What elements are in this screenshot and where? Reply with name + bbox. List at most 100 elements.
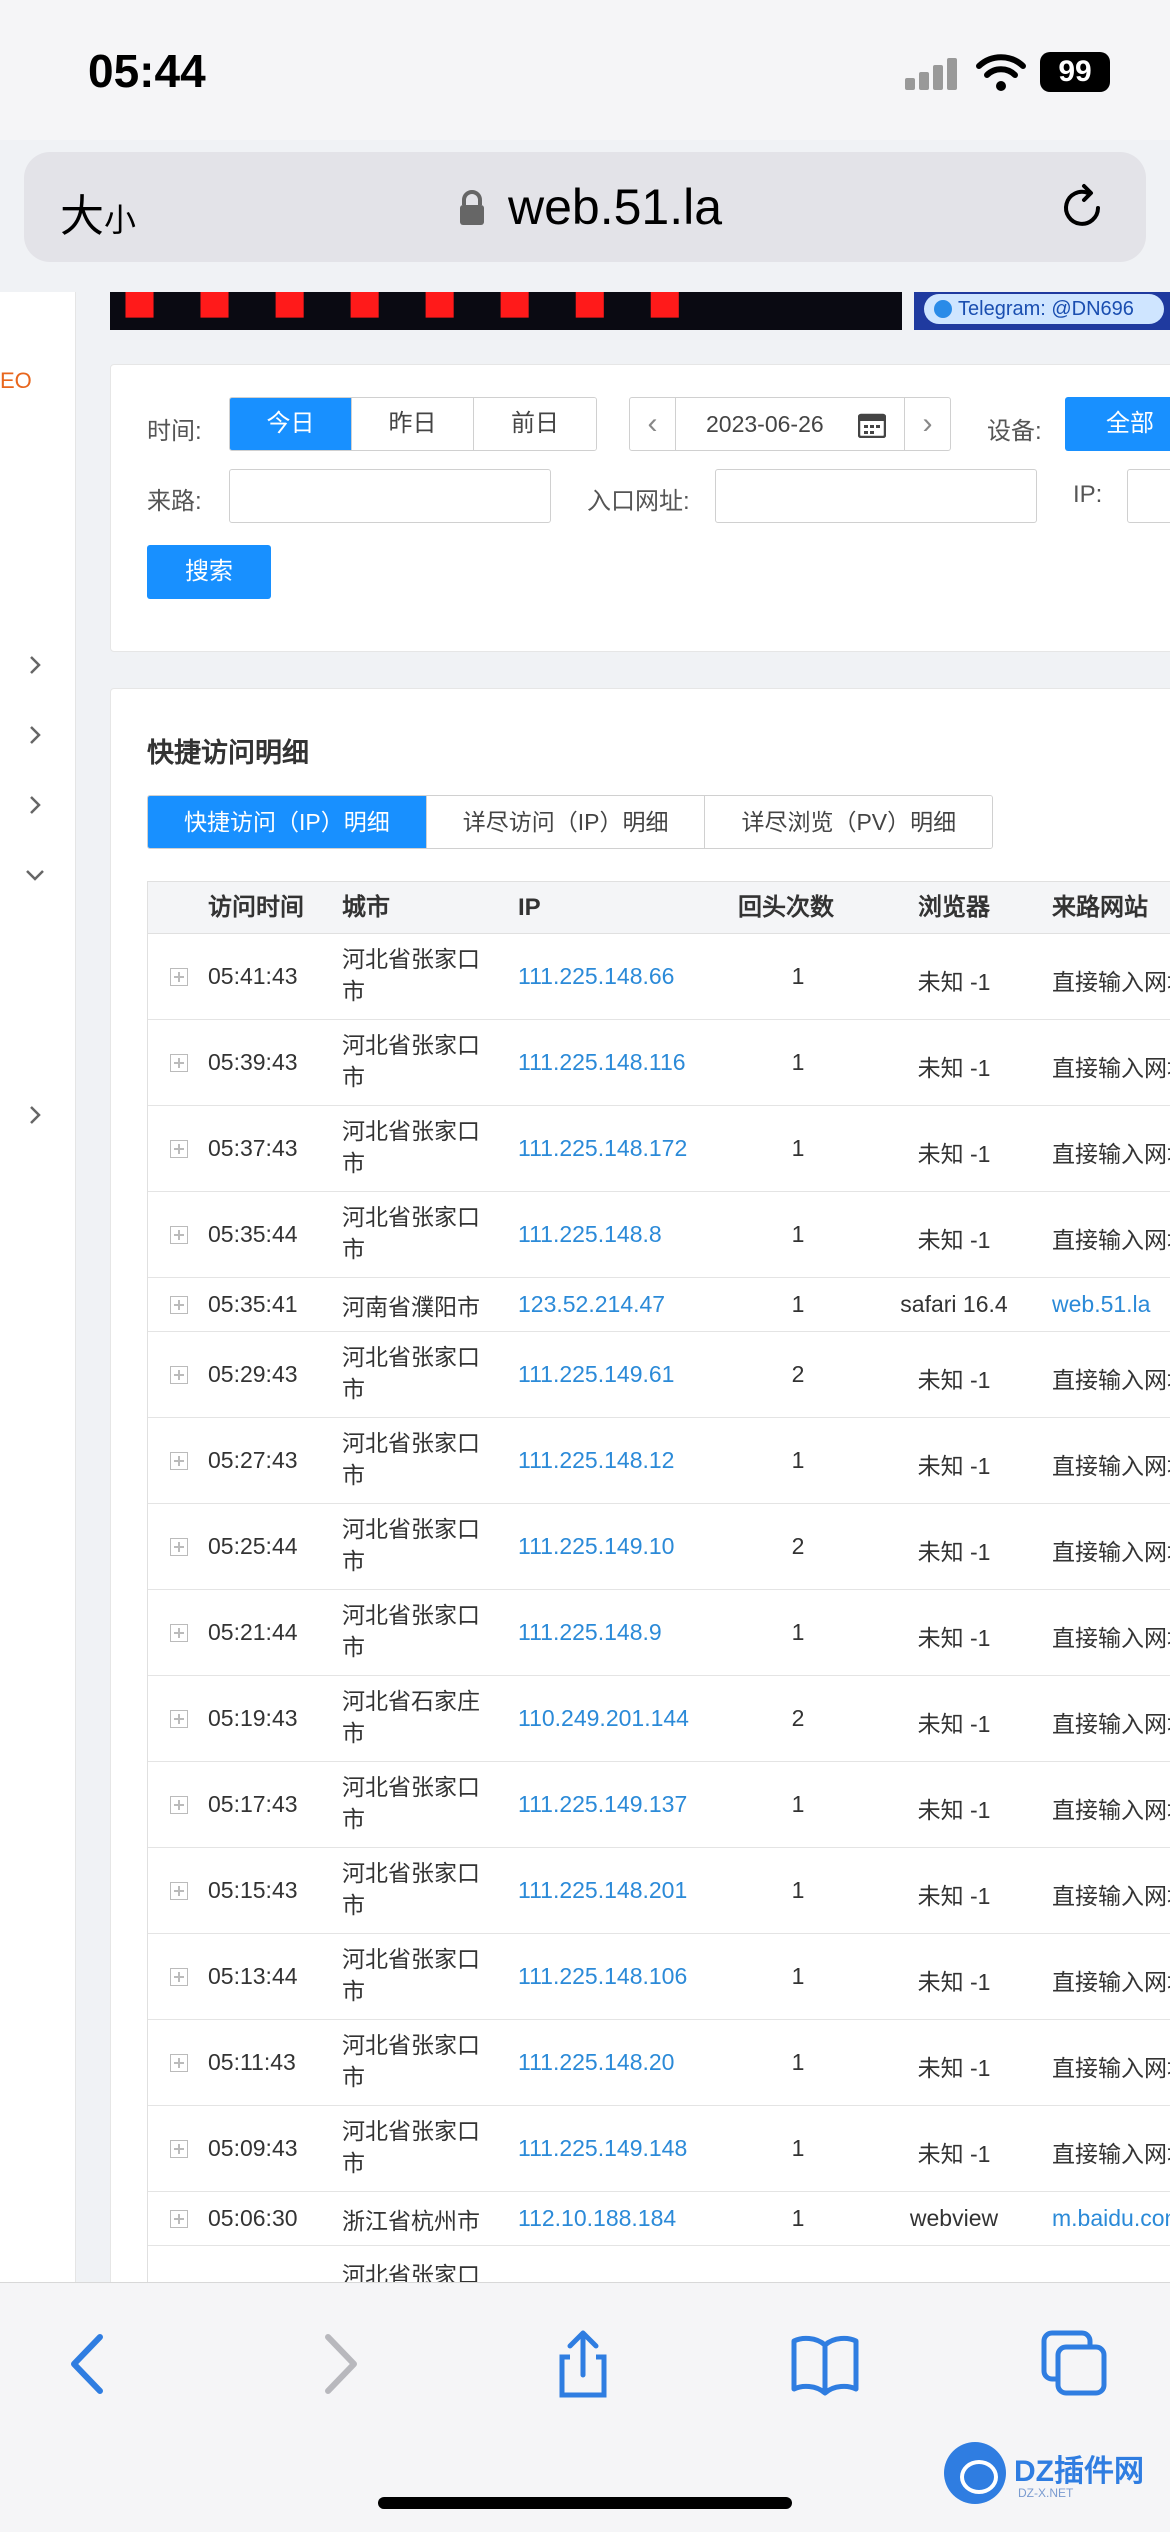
tabs-icon[interactable] — [1040, 2329, 1110, 2399]
ip-cell[interactable]: 111.225.149.10 — [518, 1533, 674, 1560]
ip-cell[interactable]: 123.52.214.47 — [518, 1291, 665, 1318]
column-header[interactable]: 浏览器 — [918, 882, 990, 934]
telegram-ad-banner[interactable]: Telegram: @DN696 — [914, 292, 1170, 330]
table-row[interactable]: 05:13:44 河北省张家口市 111.225.148.106 1 未知 -1 直接输入… — [148, 1934, 1170, 2020]
tab-quick-ip[interactable]: 快捷访问（IP）明细 — [148, 796, 427, 848]
browser-cell: 未知 -1 — [917, 2141, 991, 2167]
table-row[interactable]: 05:39:43 河北省张家口市 111.225.148.116 1 未知 -1 直接输入… — [148, 1020, 1170, 1106]
table-row[interactable]: 05:29:43 河北省张家口市 111.225.149.61 2 未知 -1 直接输入网… — [148, 1332, 1170, 1418]
chevron-right-icon[interactable] — [24, 794, 46, 816]
time-option-yesterday[interactable]: 昨日 — [352, 398, 474, 450]
column-header[interactable]: 来路网站 — [1052, 882, 1148, 934]
expand-row-icon[interactable] — [170, 1366, 188, 1384]
tab-detailed-pv[interactable]: 详尽浏览（PV）明细 — [705, 796, 993, 848]
expand-row-icon[interactable] — [170, 1882, 188, 1900]
expand-row-icon[interactable] — [170, 2054, 188, 2072]
table-row[interactable]: 05:11:43 河北省张家口市 111.225.148.20 1 未知 -1 直接输入网… — [148, 2020, 1170, 2106]
tab-detailed-ip[interactable]: 详尽访问（IP）明细 — [426, 796, 706, 848]
return-count-cell: 1 — [791, 2205, 805, 2231]
expand-row-icon[interactable] — [170, 1796, 188, 1814]
table-row[interactable]: 05:06:30 浙江省杭州市 112.10.188.184 1 webview m.ba… — [148, 2192, 1170, 2246]
column-header[interactable]: 访问时间 — [208, 882, 304, 934]
time-option-day-before[interactable]: 前日 — [474, 398, 596, 450]
ip-cell[interactable]: 112.10.188.184 — [518, 2205, 676, 2232]
table-row[interactable]: 05:09:43 河北省张家口市 111.225.149.148 1 未知 -1 直接输入… — [148, 2106, 1170, 2192]
city-cell: 河北省张家口 — [342, 2262, 480, 2282]
table-row[interactable]: 05:19:43 河北省石家庄市 110.249.201.144 2 未知 -1 直接输入… — [148, 1676, 1170, 1762]
table-row[interactable]: 05:35:44 河北省张家口市 111.225.148.8 1 未知 -1 直接输入网址 — [148, 1192, 1170, 1278]
ip-cell[interactable]: 111.225.148.172 — [518, 1135, 687, 1162]
ip-cell[interactable]: 111.225.149.137 — [518, 1791, 687, 1818]
source-input[interactable] — [229, 469, 551, 523]
address-bar[interactable]: 大小 web.51.la — [24, 152, 1146, 262]
ip-cell[interactable]: 110.249.201.144 — [518, 1705, 689, 1732]
expand-row-icon[interactable] — [170, 1452, 188, 1470]
table-row[interactable]: 05:41:43 河北省张家口市 111.225.148.66 1 未知 -1 直接输入网… — [148, 934, 1170, 1020]
expand-row-icon[interactable] — [170, 1968, 188, 1986]
table-row[interactable]: 05:37:43 河北省张家口市 111.225.148.172 1 未知 -1 直接输入… — [148, 1106, 1170, 1192]
table-row[interactable]: 05:21:44 河北省张家口市 111.225.148.9 1 未知 -1 直接输入网址 — [148, 1590, 1170, 1676]
column-header[interactable]: IP — [518, 882, 541, 934]
table-row[interactable]: 05:27:43 河北省张家口市 111.225.148.12 1 未知 -1 直接输入网… — [148, 1418, 1170, 1504]
home-indicator[interactable] — [378, 2497, 792, 2509]
entry-url-input[interactable] — [715, 469, 1037, 523]
expand-row-icon[interactable] — [170, 968, 188, 986]
forward-icon[interactable] — [304, 2329, 374, 2399]
table-row[interactable]: 河北省张家口 — [148, 2246, 1170, 2282]
bookmarks-icon[interactable] — [790, 2329, 860, 2399]
reload-icon[interactable] — [1054, 180, 1110, 236]
table-row[interactable]: 05:17:43 河北省张家口市 111.225.149.137 1 未知 -1 直接输入… — [148, 1762, 1170, 1848]
source-cell[interactable]: web.51.la — [1052, 1291, 1150, 1318]
table-row[interactable]: 05:25:44 河北省张家口市 111.225.149.10 2 未知 -1 直接输入网… — [148, 1504, 1170, 1590]
expand-row-icon[interactable] — [170, 1624, 188, 1642]
text-size-button[interactable]: 大小 — [60, 180, 136, 244]
expand-row-icon[interactable] — [170, 1710, 188, 1728]
prev-date-button[interactable]: ‹ — [630, 398, 676, 450]
column-header[interactable]: 城市 — [342, 882, 390, 934]
entry-url-label: 入口网址: — [587, 488, 690, 515]
ip-cell[interactable]: 111.225.148.9 — [518, 1619, 662, 1646]
search-button[interactable]: 搜索 — [147, 545, 271, 599]
column-header[interactable]: 回头次数 — [738, 882, 834, 934]
ip-input[interactable] — [1127, 469, 1170, 523]
ip-cell[interactable]: 111.225.148.8 — [518, 1221, 662, 1248]
ip-cell[interactable]: 111.225.148.116 — [518, 1049, 686, 1076]
ip-cell[interactable]: 111.225.148.201 — [518, 1877, 687, 1904]
expand-row-icon[interactable] — [170, 2210, 188, 2228]
url-text[interactable]: web.51.la — [508, 178, 722, 236]
ip-cell[interactable]: 111.225.149.61 — [518, 1361, 674, 1388]
expand-row-icon[interactable] — [170, 2140, 188, 2158]
expand-row-icon[interactable] — [170, 1140, 188, 1158]
back-icon[interactable] — [54, 2329, 124, 2399]
date-picker[interactable]: ‹ 2023-06-26 › — [629, 397, 951, 451]
ip-cell[interactable]: 111.225.148.106 — [518, 1963, 687, 1990]
source-cell: 直接输入网址 — [1052, 1883, 1170, 1909]
chevron-right-icon[interactable] — [24, 1104, 46, 1126]
source-cell[interactable]: m.baidu.com — [1052, 2205, 1170, 2232]
sidebar-seo-label[interactable]: EO — [0, 368, 32, 394]
time-option-today[interactable]: 今日 — [230, 398, 352, 450]
ip-cell[interactable]: 111.225.148.12 — [518, 1447, 674, 1474]
share-icon[interactable] — [548, 2329, 618, 2399]
ip-cell[interactable]: 111.225.148.66 — [518, 963, 674, 990]
expand-row-icon[interactable] — [170, 1296, 188, 1314]
table-row[interactable]: 05:15:43 河北省张家口市 111.225.148.201 1 未知 -1 直接输入… — [148, 1848, 1170, 1934]
visit-time-cell: 05:25:44 — [208, 1533, 298, 1559]
chevron-right-icon[interactable] — [24, 724, 46, 746]
browser-cell: 未知 -1 — [917, 1711, 991, 1737]
next-date-button[interactable]: › — [904, 398, 950, 450]
ad-banner[interactable]: ■■■■■■■■ — [110, 292, 902, 330]
chevron-down-icon[interactable] — [24, 864, 46, 886]
visit-time-cell: 05:09:43 — [208, 2135, 298, 2161]
calendar-icon[interactable] — [858, 412, 886, 438]
expand-row-icon[interactable] — [170, 1226, 188, 1244]
date-value[interactable]: 2023-06-26 — [706, 398, 824, 450]
table-row[interactable]: 05:35:41 河南省濮阳市 123.52.214.47 1 safari 16.4 w… — [148, 1278, 1170, 1332]
device-all-button[interactable]: 全部 — [1065, 397, 1170, 451]
expand-row-icon[interactable] — [170, 1054, 188, 1072]
ip-cell[interactable]: 111.225.148.20 — [518, 2049, 674, 2076]
expand-row-icon[interactable] — [170, 1538, 188, 1556]
chevron-right-icon[interactable] — [24, 654, 46, 676]
ip-cell[interactable]: 111.225.149.148 — [518, 2135, 687, 2162]
browser-cell: 未知 -1 — [917, 1141, 991, 1167]
